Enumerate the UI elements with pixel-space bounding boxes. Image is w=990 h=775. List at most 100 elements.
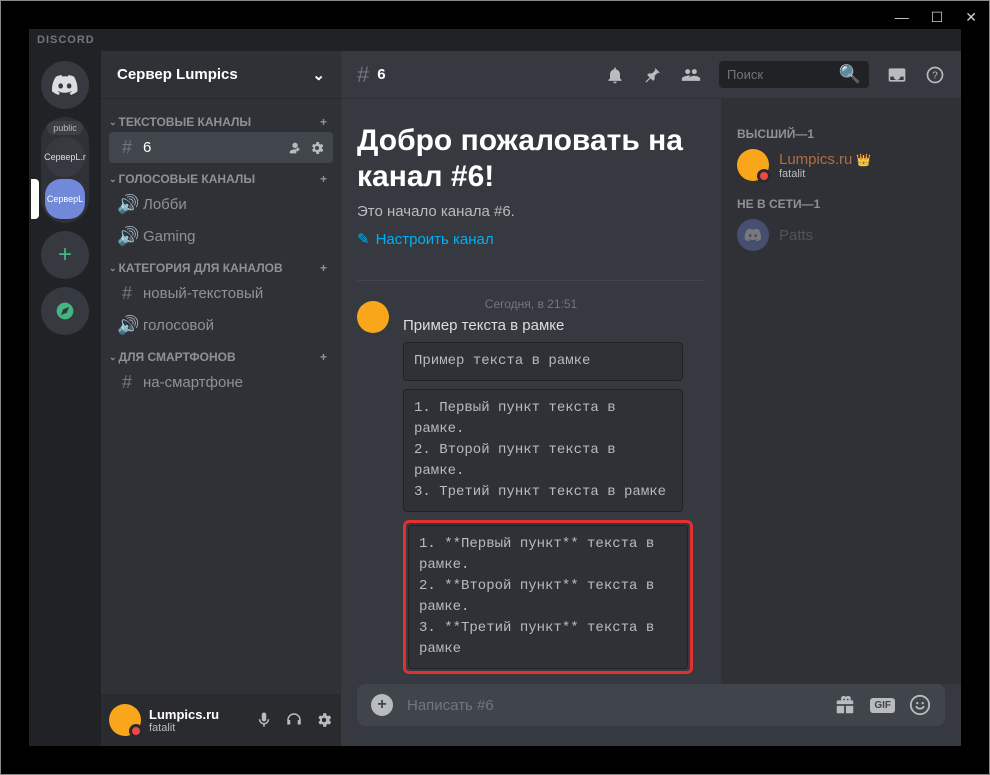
search-icon: 🔍 [839, 64, 861, 85]
folder-label: public [47, 121, 83, 135]
guild-label: СерверL [47, 194, 83, 204]
member-lumpics[interactable]: Lumpics.ru 👑 fatalit [729, 145, 953, 185]
hash-icon: # [117, 372, 137, 393]
message-text: Пример текста в рамке [403, 317, 705, 334]
dnd-status-icon [757, 169, 771, 183]
crown-icon: 👑 [856, 153, 871, 167]
user-panel: Lumpics.ru fatalit [101, 694, 341, 746]
server-name: Сервер Lumpics [117, 66, 238, 83]
channel-lobby[interactable]: 🔊 Лобби [109, 189, 333, 220]
category-phones[interactable]: ⌄ДЛЯ СМАРТФОНОВ + [101, 342, 341, 366]
channel-name: голосовой [143, 317, 214, 334]
channel-new-text[interactable]: # новый-текстовый [109, 278, 333, 309]
welcome-title: Добро пожаловать наканал #6! [357, 123, 705, 195]
self-avatar[interactable] [109, 704, 141, 736]
welcome-block: Добро пожаловать наканал #6! Это начало … [357, 115, 705, 248]
channel-6[interactable]: # 6 [109, 132, 333, 163]
setup-channel-link[interactable]: ✎ Настроить канал [357, 230, 705, 248]
chat-area: # 6 🔍 ? [341, 51, 961, 746]
self-username: Lumpics.ru [149, 707, 247, 722]
member-name: Patts [779, 227, 813, 244]
search-box[interactable]: 🔍 [719, 61, 869, 88]
window-maximize-icon[interactable]: ☐ [931, 9, 944, 26]
category-label: КАТЕГОРИЯ ДЛЯ КАНАЛОВ [119, 261, 283, 275]
mute-icon[interactable] [255, 711, 273, 729]
settings-gear-icon[interactable] [315, 711, 333, 729]
category-label: ДЛЯ СМАРТФОНОВ [119, 350, 236, 364]
channel-sidebar: Сервер Lumpics ⌄ ⌄ТЕКСТОВЫЕ КАНАЛЫ + # 6 [101, 51, 341, 746]
add-channel-icon[interactable]: + [320, 350, 327, 364]
chevron-down-icon: ⌄ [109, 263, 117, 274]
titlebar: DISCORD [29, 29, 961, 51]
discord-logo-icon [51, 71, 79, 99]
chevron-down-icon: ⌄ [109, 352, 117, 363]
highlight-annotation: 1. **Первый пункт** текста в рамке. 2. *… [403, 520, 693, 674]
dnd-status-icon [129, 724, 143, 738]
member-name: Lumpics.ru [779, 151, 852, 168]
category-label: ГОЛОСОВЫЕ КАНАЛЫ [119, 172, 256, 186]
deafen-icon[interactable] [285, 711, 303, 729]
home-button[interactable] [41, 61, 89, 109]
channel-title: 6 [377, 66, 385, 83]
member-avatar [737, 219, 769, 251]
guild-folder[interactable]: public СерверL.r СерверL [41, 117, 89, 223]
code-block-3: 1. **Первый пункт** текста в рамке. 2. *… [408, 525, 688, 669]
guild-server-2[interactable]: СерверL [45, 179, 85, 219]
setup-channel-label: Настроить канал [376, 231, 494, 248]
channel-voice[interactable]: 🔊 голосовой [109, 310, 333, 341]
category-voice[interactable]: ⌄ГОЛОСОВЫЕ КАНАЛЫ + [101, 164, 341, 188]
channel-name: на-смартфоне [143, 374, 243, 391]
invite-icon[interactable] [287, 140, 303, 156]
pin-icon[interactable] [643, 65, 663, 85]
self-status: fatalit [149, 722, 247, 734]
gear-icon[interactable] [309, 140, 325, 156]
add-channel-icon[interactable]: + [320, 261, 327, 275]
code-block-1: Пример текста в рамке [403, 342, 683, 381]
hash-icon: # [117, 137, 137, 158]
message-input-placeholder[interactable]: Написать #6 [407, 697, 820, 714]
gift-icon[interactable] [834, 694, 856, 716]
divider [357, 280, 705, 281]
search-input[interactable] [727, 67, 839, 82]
member-patts[interactable]: Patts [729, 215, 953, 255]
explore-servers-button[interactable] [41, 287, 89, 335]
member-avatar [737, 149, 769, 181]
channel-name: новый-текстовый [143, 285, 263, 302]
help-icon[interactable]: ? [925, 65, 945, 85]
server-header[interactable]: Сервер Lumpics ⌄ [101, 51, 341, 99]
message: Сегодня, в 21:51 Пример текста в рамке П… [357, 297, 705, 676]
chevron-down-icon: ⌄ [109, 174, 117, 185]
speaker-icon: 🔊 [117, 194, 137, 215]
category-text[interactable]: ⌄ТЕКСТОВЫЕ КАНАЛЫ + [101, 107, 341, 131]
add-channel-icon[interactable]: + [320, 172, 327, 186]
members-icon[interactable] [681, 65, 701, 85]
role-header-top: ВЫСШИЙ—1 [729, 115, 953, 145]
member-status: fatalit [779, 168, 871, 180]
category-label: ТЕКСТОВЫЕ КАНАЛЫ [119, 115, 252, 129]
gif-button[interactable]: GIF [870, 698, 895, 713]
window-minimize-icon[interactable]: — [895, 9, 909, 26]
pencil-icon: ✎ [357, 230, 370, 248]
channel-gaming[interactable]: 🔊 Gaming [109, 221, 333, 252]
guild-server-1[interactable]: СерверL.r [45, 137, 85, 177]
author-avatar[interactable] [357, 301, 389, 333]
hash-icon: # [117, 283, 137, 304]
speaker-icon: 🔊 [117, 315, 137, 336]
emoji-icon[interactable] [909, 694, 931, 716]
hash-icon: # [357, 62, 369, 88]
window-close-icon[interactable]: ✕ [965, 9, 977, 26]
discord-logo-icon [744, 228, 762, 242]
add-channel-icon[interactable]: + [320, 115, 327, 129]
inbox-icon[interactable] [887, 65, 907, 85]
channel-smartphone[interactable]: # на-смартфоне [109, 367, 333, 398]
svg-text:?: ? [932, 70, 938, 81]
member-list: ВЫСШИЙ—1 Lumpics.ru👑 fatalit НЕ В СЕТИ—1 [721, 99, 961, 684]
add-server-button[interactable]: + [41, 231, 89, 279]
guild-list: public СерверL.r СерверL + [29, 51, 101, 746]
compass-icon [55, 301, 75, 321]
notifications-icon[interactable] [605, 65, 625, 85]
category-extra[interactable]: ⌄КАТЕГОРИЯ ДЛЯ КАНАЛОВ + [101, 253, 341, 277]
attach-plus-icon[interactable]: + [371, 694, 393, 716]
message-input-box[interactable]: + Написать #6 GIF [357, 684, 945, 726]
channel-name: Gaming [143, 228, 196, 245]
